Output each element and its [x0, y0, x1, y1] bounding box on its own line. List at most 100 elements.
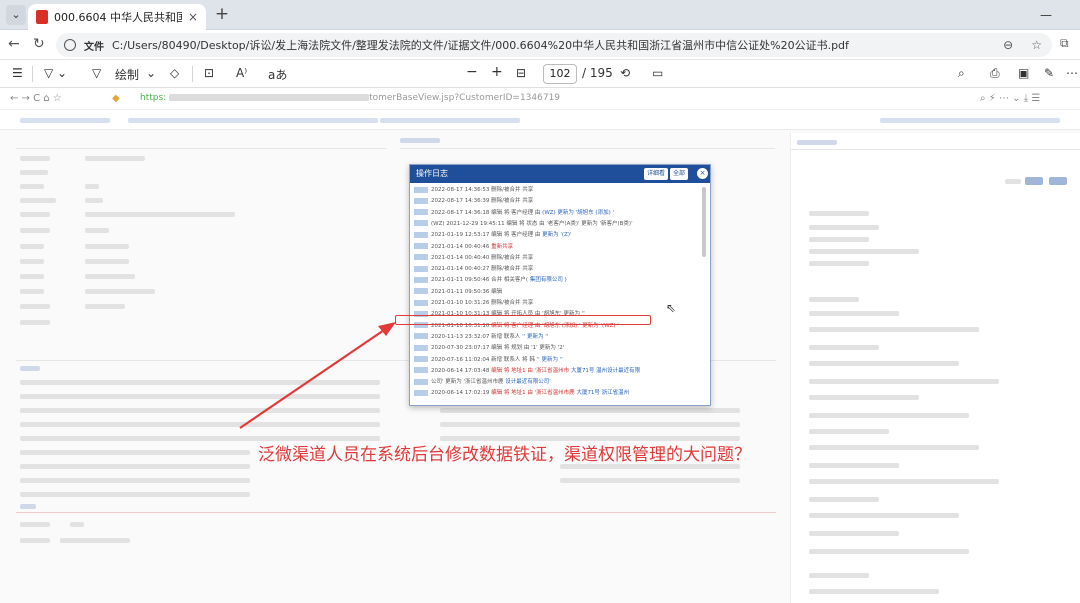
log-date: 2020-11-13 23:32:07	[431, 333, 490, 340]
user-name-blur	[414, 231, 428, 238]
pdf-tab[interactable]: 000.6604 中华人民共和国浙江省温州 ×	[28, 4, 206, 30]
search-icon[interactable]: ⌕	[958, 66, 965, 81]
log-date: 2021-01-14 00:40:46	[431, 243, 490, 250]
log-action: 编辑 将 规划 由 '1' 更新为 '2'	[491, 345, 565, 352]
embedded-shield-icon: ◆	[112, 93, 120, 104]
record	[809, 379, 999, 384]
log-date: 2020-07-16 11:02:04	[431, 356, 490, 363]
log-date: 2021-01-11 09:50:46	[431, 277, 490, 284]
tab-close-icon[interactable]: ×	[188, 10, 198, 24]
log-detail: '' 更新为 ''	[536, 356, 563, 363]
page-view-icon[interactable]: ▭	[652, 66, 663, 80]
log-action: 编辑 将 状态 由 '老客户(A类)' 更新为 '新客户(B类)'	[506, 220, 633, 227]
log-detail: 更新为 '(Z)'	[542, 232, 572, 239]
table-row	[20, 464, 250, 469]
form-row	[85, 228, 109, 233]
url-text[interactable]: C:/Users/80490/Desktop/诉讼/发上海法院文件/整理发法院的…	[112, 37, 995, 53]
record	[809, 345, 879, 350]
print-icon[interactable]: ⎙	[990, 66, 1000, 81]
menu-blur	[880, 118, 1060, 123]
draw-button[interactable]: 绘制	[115, 66, 139, 83]
extensions-icon[interactable]: ⧉	[1060, 36, 1069, 51]
more-icon[interactable]: ⋯	[1066, 66, 1078, 80]
section-header	[797, 140, 837, 145]
log-action: 新增 联系人	[491, 333, 521, 340]
new-tab-button[interactable]: +	[212, 5, 232, 25]
form-row	[70, 522, 84, 527]
table-row	[440, 408, 740, 413]
eraser-icon[interactable]: ◇	[170, 66, 179, 80]
url-box[interactable]: 文件 C:/Users/80490/Desktop/诉讼/发上海法院文件/整理发…	[56, 33, 1052, 57]
user-name-blur	[414, 220, 428, 227]
record	[809, 589, 939, 594]
log-detail: 集团有限公司 )	[529, 277, 567, 284]
log-row: 2021-01-14 00:40:46 重新共享	[414, 242, 704, 252]
save-icon[interactable]: ▣	[1018, 66, 1029, 80]
record	[809, 361, 959, 366]
form-row	[20, 184, 44, 189]
dialog-close-icon[interactable]: ×	[697, 168, 708, 179]
log-row: 2020-06-14 17:03:48 编辑 将 地址1 由 '浙江省温州市 大…	[414, 366, 704, 376]
section-header	[20, 504, 36, 509]
user-name-blur	[414, 378, 428, 385]
divider	[192, 66, 193, 82]
save-as-icon[interactable]: ✎	[1044, 66, 1054, 80]
zoom-in-button[interactable]: +	[491, 64, 503, 80]
text-box-icon[interactable]: ⊡	[204, 66, 214, 80]
pdf-page: ← → C ⌂ ☆ ◆ https: tomerBaseView.jsp?Cus…	[0, 88, 1080, 603]
log-date: 2021-01-14 00:40:27	[431, 266, 490, 273]
divider	[32, 66, 33, 82]
form-row	[20, 538, 50, 543]
log-row: 2022-08-17 14:36:39 删除/被合并 共享	[414, 196, 704, 206]
url-scheme-label: 文件	[84, 41, 104, 53]
filter-button	[1049, 177, 1067, 185]
annotation-text: 泛微渠道人员在系统后台修改数据铁证，渠道权限管理的大问题？	[258, 445, 751, 465]
info-icon[interactable]	[64, 39, 76, 51]
log-row: 2022-08-17 14:36:18 编辑 将 客户经理 由 (WZ) 更新为…	[414, 208, 704, 218]
table-row	[20, 478, 250, 483]
reload-icon[interactable]: ↻	[33, 36, 45, 52]
record	[809, 531, 899, 536]
log-row: 2021-01-11 09:50:36 编辑	[414, 287, 704, 297]
embedded-menu-row	[0, 110, 1080, 130]
contents-icon[interactable]: ☰	[12, 66, 23, 80]
record	[809, 463, 899, 468]
annotation-arrow	[239, 322, 396, 429]
bookmark-star-icon[interactable]: ☆	[1031, 38, 1042, 52]
divider	[400, 148, 775, 149]
back-icon[interactable]: ←	[8, 36, 20, 52]
minimize-icon[interactable]: —	[1040, 8, 1052, 22]
translate-button[interactable]: aあ	[268, 66, 287, 83]
user-name-blur	[414, 254, 428, 261]
all-button[interactable]: 全部	[670, 168, 689, 180]
draw-icon[interactable]: ▽	[92, 66, 101, 80]
log-date: 2020-07-30 23:07:17	[431, 345, 490, 352]
embedded-back-icon: ← → C ⌂ ☆	[10, 93, 62, 104]
filter-button	[1025, 177, 1043, 185]
form-row	[20, 170, 48, 175]
zoom-out-button[interactable]: −	[466, 64, 478, 80]
record	[809, 497, 879, 502]
form-row	[85, 274, 135, 279]
form-row	[20, 259, 44, 264]
filter-tag	[1005, 179, 1021, 184]
zoom-icon[interactable]: ⊖	[1003, 38, 1013, 52]
user-name-blur	[414, 344, 428, 351]
form-row	[20, 212, 50, 217]
fit-page-icon[interactable]: ⊟	[516, 66, 526, 80]
detail-button[interactable]: 详细看	[644, 168, 669, 180]
record	[809, 311, 899, 316]
form-row	[20, 198, 56, 203]
draw-dropdown-icon[interactable]: ⌄	[146, 66, 156, 80]
log-action: 新增 联系人 将 韩	[491, 356, 535, 363]
tab-list-dropdown-icon[interactable]: ⌄	[6, 5, 26, 25]
log-date: (WZ) 2021-12-29 19:45:11	[431, 220, 505, 227]
dialog-scrollbar[interactable]	[702, 187, 706, 257]
highlight-icon[interactable]: ▽ ⌄	[44, 66, 67, 80]
log-date: 2021-01-14 00:40:40	[431, 254, 490, 261]
rotate-icon[interactable]: ⟲	[620, 66, 630, 80]
log-action: 删除/被合并 共享	[491, 187, 534, 193]
page-number-input[interactable]: 102	[543, 64, 577, 84]
log-detail: 设计最近有限公司'	[505, 379, 551, 386]
read-aloud-icon[interactable]: A⁾	[236, 66, 247, 80]
